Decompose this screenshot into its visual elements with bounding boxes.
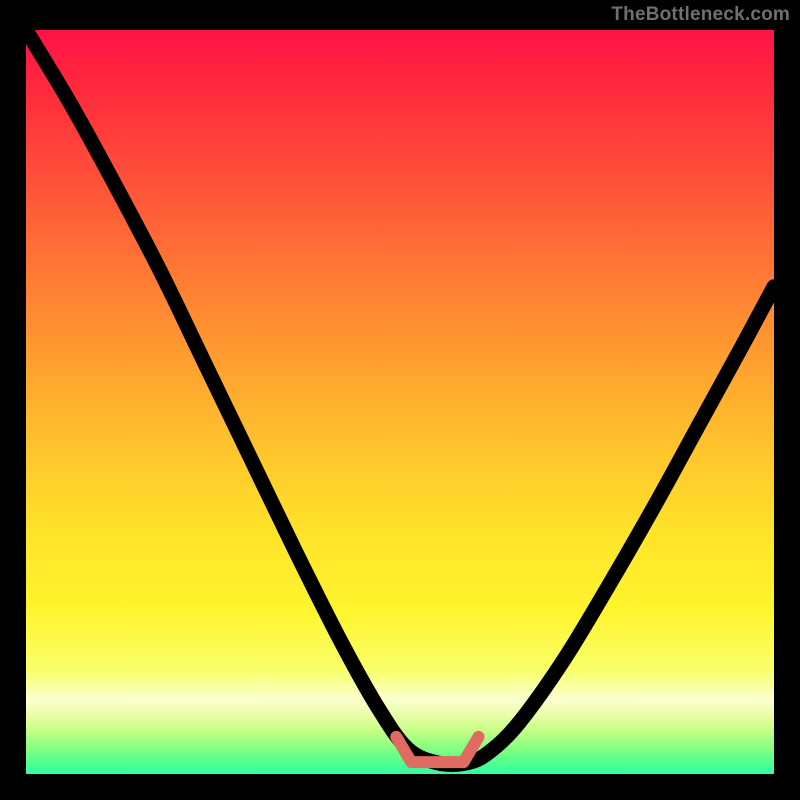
chart-frame: TheBottleneck.com — [0, 0, 800, 800]
bottleneck-curve — [26, 30, 774, 764]
plot-area — [26, 30, 774, 774]
chart-svg — [26, 30, 774, 774]
watermark-text: TheBottleneck.com — [611, 4, 790, 26]
